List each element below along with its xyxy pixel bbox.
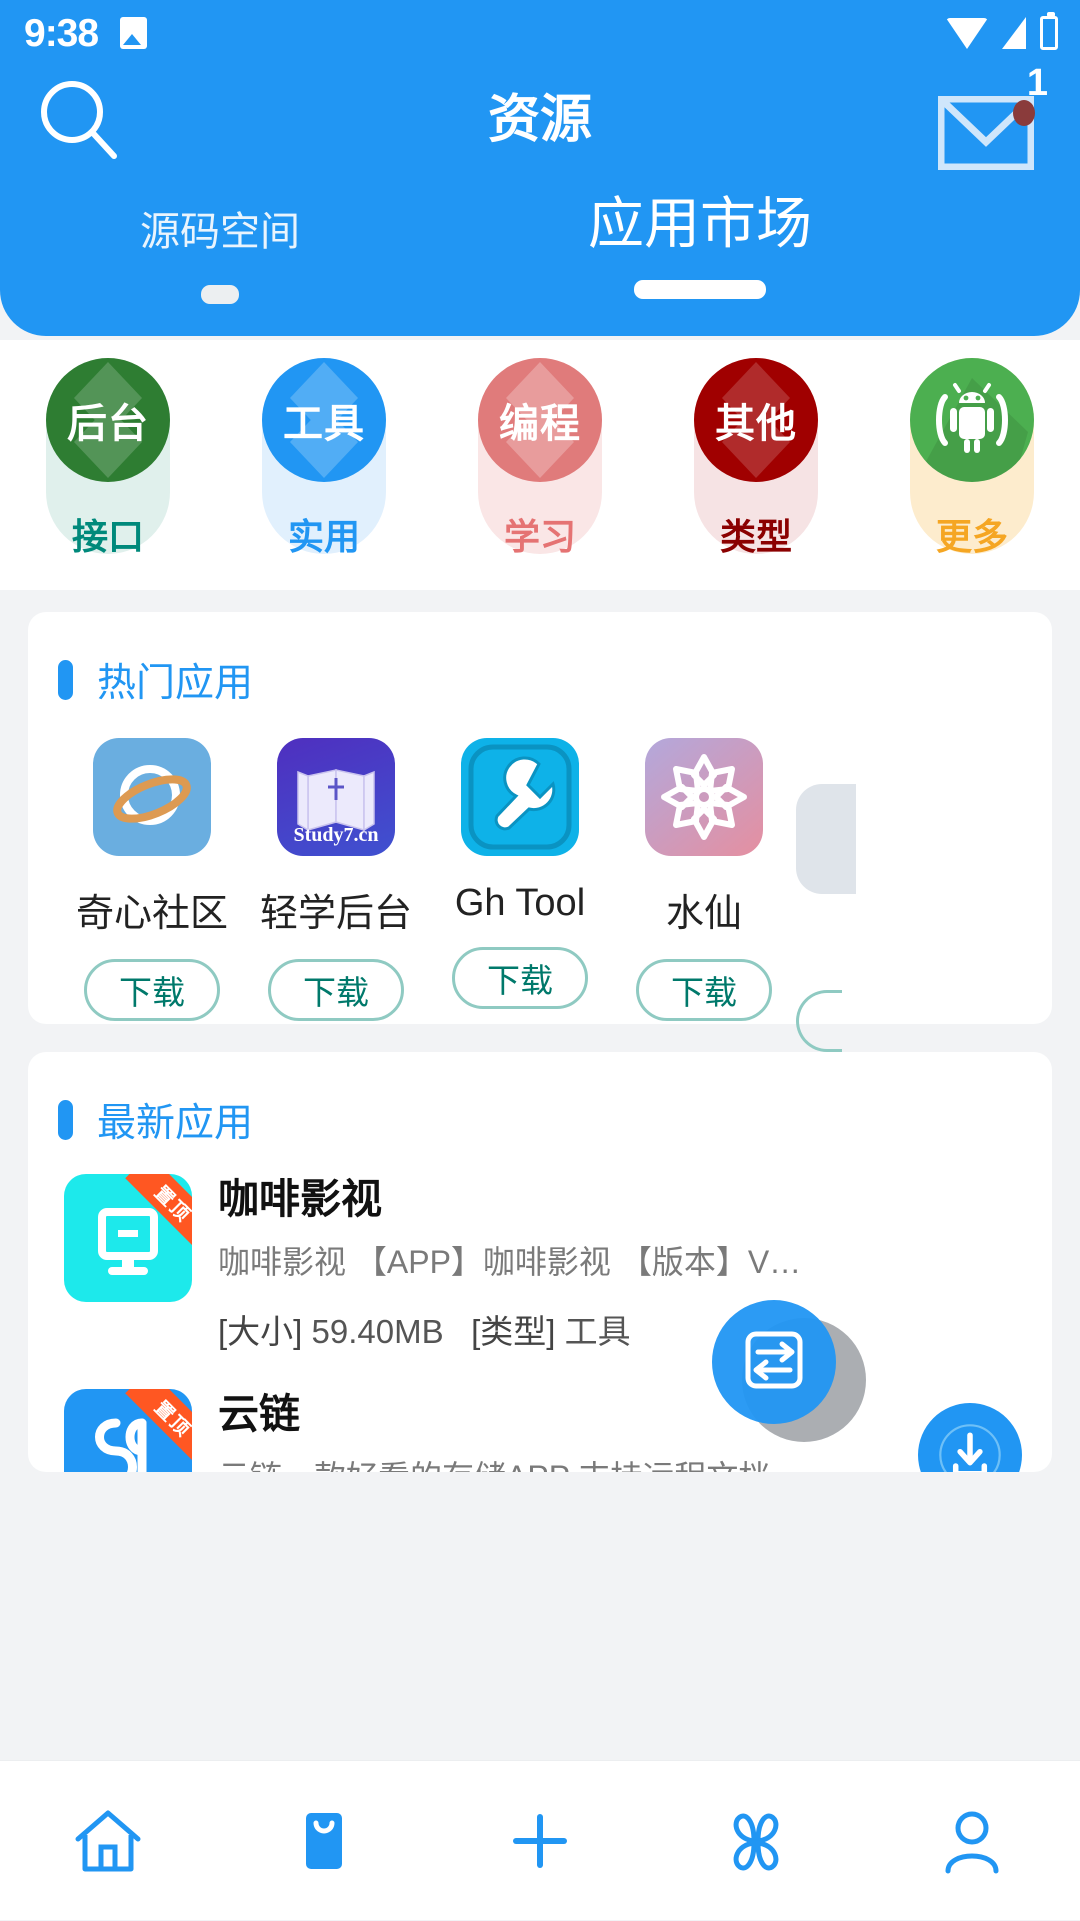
- hot-apps-list[interactable]: 奇心社区 下载 Study7.cn 轻学后台 下载 Gh Tool 下载 水仙 …: [28, 738, 1052, 1052]
- hot-app-name: 奇心社区: [75, 893, 228, 935]
- hot-app-item[interactable]: 水仙 下载: [612, 738, 796, 1052]
- category-badge-text: 后台: [67, 402, 149, 446]
- app-description: 云链一款好看的存储APP 支持远程文档，...: [218, 1452, 818, 1472]
- wrench-icon: [461, 738, 579, 856]
- monitor-icon: 置顶: [64, 1174, 192, 1302]
- cellular-signal-icon: [1002, 17, 1026, 49]
- download-button[interactable]: 下载: [84, 959, 220, 1021]
- category-icon-qita: 其他: [694, 358, 818, 482]
- hot-app-item[interactable]: Gh Tool 下载: [428, 738, 612, 1052]
- partial-app-icon: [796, 784, 856, 894]
- type-key: [类型]: [471, 1313, 556, 1351]
- chain-link-icon: 置顶: [64, 1389, 192, 1472]
- planet-orbit-icon: [93, 738, 211, 856]
- category-label: 实用: [287, 516, 360, 557]
- download-button[interactable]: 下载: [268, 959, 404, 1021]
- section-accent-bar: [58, 1100, 73, 1140]
- category-badge-text: 其他: [715, 402, 797, 446]
- mail-unread-dot: [1013, 100, 1035, 126]
- tab-indicator: [201, 285, 239, 304]
- nav-home-icon[interactable]: [0, 1761, 216, 1921]
- status-bar: 9:38: [0, 0, 1080, 66]
- tab-label: 源码空间: [140, 210, 300, 254]
- hot-app-name: 水仙: [665, 893, 742, 935]
- tab-label: 应用市场: [588, 192, 812, 255]
- category-item-jiekou[interactable]: 后台 接口: [0, 340, 216, 590]
- category-icon-gongju: 工具: [262, 358, 386, 482]
- battery-charging-icon: [1040, 12, 1058, 50]
- tab-indicator-active: [634, 280, 766, 299]
- title-bar: 资源 1: [0, 64, 1080, 176]
- hot-app-item[interactable]: Study7.cn 轻学后台 下载: [244, 738, 428, 1052]
- status-right-icons: [946, 12, 1058, 50]
- download-button[interactable]: 下载: [636, 959, 772, 1021]
- category-icon-houtai: 后台: [46, 358, 170, 482]
- category-icon-biancheng: 编程: [478, 358, 602, 482]
- hot-apps-header: 热门应用: [28, 612, 1052, 708]
- open-book-icon: Study7.cn: [277, 738, 395, 856]
- open-book-icon-text: Study7.cn: [293, 824, 379, 846]
- hot-app-item-partial[interactable]: [796, 738, 856, 1052]
- new-apps-header: 最新应用: [28, 1052, 1052, 1148]
- hot-app-name: Gh Tool: [454, 882, 586, 924]
- category-label: 接口: [71, 516, 144, 557]
- hot-app-item[interactable]: 奇心社区 下载: [60, 738, 244, 1052]
- list-item[interactable]: 置顶 咖啡影视 咖啡影视 【APP】咖啡影视 【版本】V1.... [大小] 5…: [28, 1148, 1052, 1353]
- bottom-navigation: [0, 1760, 1080, 1920]
- download-button[interactable]: 下载: [452, 947, 588, 1009]
- android-icon: [910, 358, 1034, 482]
- category-label: 类型: [719, 516, 792, 557]
- category-item-leixing[interactable]: 其他 类型: [648, 340, 864, 590]
- category-item-xuexi[interactable]: 编程 学习: [432, 340, 648, 590]
- flower-mandala-icon: [645, 738, 763, 856]
- size-key: [大小]: [218, 1313, 303, 1351]
- nav-shopping-bag-icon[interactable]: [216, 1761, 432, 1921]
- nav-user-profile-icon[interactable]: [864, 1761, 1080, 1921]
- wifi-icon: [946, 17, 988, 49]
- header-tabs: 源码空间 应用市场: [0, 190, 1080, 320]
- new-apps-title: 最新应用: [97, 1102, 254, 1145]
- status-left-icons: [120, 17, 148, 49]
- hot-apps-card: 热门应用 奇心社区 下载 Study7.cn 轻学后台 下载 Gh Tool 下…: [28, 612, 1052, 1052]
- download-icon[interactable]: [918, 1403, 1022, 1472]
- status-clock: 9:38: [24, 11, 99, 55]
- type-value: 工具: [564, 1313, 631, 1351]
- hot-apps-title: 热门应用: [97, 662, 254, 705]
- tab-source-space[interactable]: 源码空间: [110, 212, 330, 304]
- page-title: 资源: [487, 91, 592, 149]
- category-label: 更多: [935, 516, 1008, 557]
- list-item[interactable]: 置顶 云链 云链一款好看的存储APP 支持远程文档，... [大小] 3.99M…: [28, 1353, 1052, 1472]
- category-label: 学习: [503, 516, 576, 557]
- transfer-sync-icon[interactable]: [712, 1300, 866, 1454]
- tab-app-market[interactable]: 应用市场: [540, 196, 860, 299]
- size-value: 59.40MB: [311, 1313, 444, 1351]
- partial-download-button[interactable]: [796, 990, 842, 1052]
- category-item-shiyong[interactable]: 工具 实用: [216, 340, 432, 590]
- app-description: 咖啡影视 【APP】咖啡影视 【版本】V1....: [218, 1244, 818, 1281]
- mail-icon[interactable]: 1: [938, 64, 1048, 170]
- nav-grid-apps-icon[interactable]: [648, 1761, 864, 1921]
- hot-app-name: 轻学后台: [259, 893, 412, 935]
- category-row: 后台 接口 工具 实用 编程 学习 其他 类型 更多: [0, 340, 1080, 590]
- category-badge-text: 工具: [283, 402, 365, 446]
- category-item-gengduo[interactable]: 更多: [864, 340, 1080, 590]
- section-accent-bar: [58, 660, 73, 700]
- app-name: 咖啡影视: [218, 1176, 382, 1222]
- nav-plus-icon[interactable]: [432, 1761, 648, 1921]
- app-header: 9:38 资源 1 源码空间: [0, 0, 1080, 336]
- category-badge-text: 编程: [499, 402, 581, 446]
- image-icon: [120, 17, 148, 49]
- new-apps-card: 最新应用 置顶 咖啡影视 咖啡影视 【APP】咖啡影视 【版本】V1.... […: [28, 1052, 1052, 1472]
